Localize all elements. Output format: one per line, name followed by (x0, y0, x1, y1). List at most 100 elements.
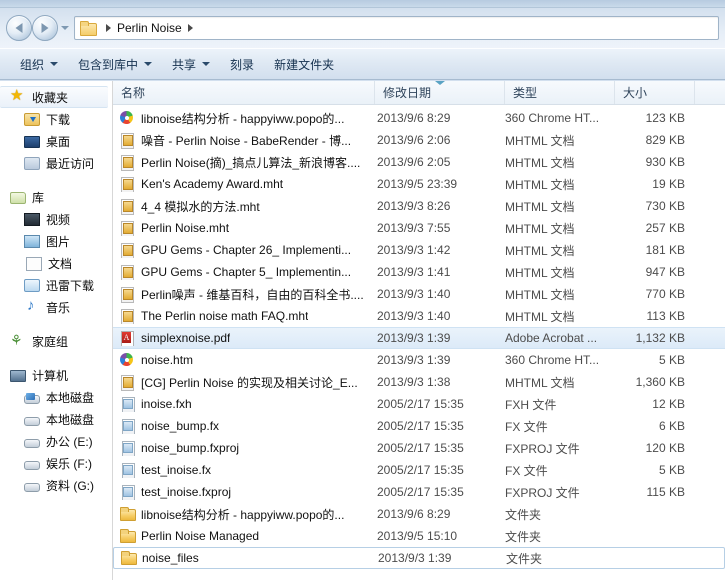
file-name-cell[interactable]: test_inoise.fx (113, 462, 375, 478)
file-row[interactable]: noise_bump.fx 2005/2/17 15:35 FX 文件 6 KB (113, 415, 725, 437)
file-name-cell[interactable]: noise_bump.fxproj (113, 440, 375, 456)
file-name-cell[interactable]: 噪音 - Perlin Noise - BabeRender - 博... (113, 132, 375, 149)
file-name-label: noise_bump.fx (141, 419, 220, 433)
sidebar-item-3-1[interactable]: 本地磁盘 (0, 408, 112, 430)
share-with-label: 共享 (172, 57, 197, 72)
breadcrumb-separator-trailing-icon[interactable] (187, 24, 193, 32)
file-date-cell: 2013/9/5 23:39 (377, 177, 458, 191)
navigation-pane[interactable]: 收藏夹下载桌面最近访问库视频图片文档迅雷下载音乐家庭组计算机本地磁盘本地磁盘办公… (0, 81, 113, 580)
downloads-icon (24, 113, 40, 126)
breadcrumb-current-folder[interactable]: Perlin Noise (117, 21, 182, 35)
sidebar-group-label: 计算机 (32, 368, 69, 383)
mhtml-icon (119, 176, 135, 192)
column-header-type[interactable]: 类型 (505, 81, 615, 104)
file-row[interactable]: [CG] Perlin Noise 的实现及相关讨论_E... 2013/9/3 … (113, 371, 725, 393)
recent-pages-dropdown[interactable] (58, 15, 72, 41)
address-bar[interactable]: Perlin Noise (74, 16, 719, 40)
file-row[interactable]: libnoise结构分析 - happyiww.popo的... 2013/9/6… (113, 503, 725, 525)
file-row[interactable]: noise.htm 2013/9/3 1:39 360 Chrome HT... 5 … (113, 349, 725, 371)
file-date-cell: 2013/9/3 1:40 (377, 287, 451, 301)
file-row[interactable]: test_inoise.fx 2005/2/17 15:35 FX 文件 5 KB (113, 459, 725, 481)
include-in-library-button[interactable]: 包含到库中 (68, 52, 162, 77)
forward-button[interactable] (32, 15, 58, 41)
file-size-cell: 115 KB (646, 485, 685, 499)
sidebar-item-0-0[interactable]: 下载 (0, 108, 112, 130)
sidebar-item-3-4[interactable]: 资料 (G:) (0, 474, 112, 496)
sidebar-item-1-1[interactable]: 图片 (0, 230, 112, 252)
file-name-cell[interactable]: libnoise结构分析 - happyiww.popo的... (113, 506, 375, 523)
file-name-cell[interactable]: inoise.fxh (113, 396, 375, 412)
file-name-cell[interactable]: test_inoise.fxproj (113, 484, 375, 500)
documents-icon (26, 256, 42, 271)
file-name-cell[interactable]: GPU Gems - Chapter 5_ Implementin... (113, 264, 375, 280)
file-name-cell[interactable]: simplexnoise.pdf (113, 330, 375, 346)
generic-file-icon (119, 462, 135, 478)
file-row[interactable]: Perlin Noise Managed 2013/9/5 15:10 文件夹 (113, 525, 725, 547)
file-name-label: Ken's Academy Award.mht (141, 177, 284, 191)
file-name-cell[interactable]: noise_files (114, 550, 376, 566)
sidebar-item-0-1[interactable]: 桌面 (0, 130, 112, 152)
file-name-cell[interactable]: noise.htm (113, 352, 375, 368)
sidebar-item-1-3[interactable]: 迅雷下载 (0, 274, 112, 296)
file-name-cell[interactable]: The Perlin noise math FAQ.mht (113, 308, 375, 324)
sidebar-group-3[interactable]: 计算机 (0, 364, 112, 386)
drive-icon (24, 460, 40, 470)
sidebar-item-3-3[interactable]: 娱乐 (F:) (0, 452, 112, 474)
column-header-date[interactable]: 修改日期 (375, 81, 505, 104)
breadcrumb-separator-icon[interactable] (106, 24, 111, 32)
organize-label: 组织 (20, 57, 45, 72)
file-name-cell[interactable]: noise_bump.fx (113, 418, 375, 434)
chrome360-html-icon (119, 352, 135, 368)
sidebar-item-1-0[interactable]: 视频 (0, 208, 112, 230)
chrome360-html-icon (119, 110, 135, 126)
sidebar-item-3-2[interactable]: 办公 (E:) (0, 430, 112, 452)
file-row[interactable]: Perlin Noise(摘)_搞点儿算法_新浪博客.... 2013/9/6 2… (113, 151, 725, 173)
sidebar-item-1-4[interactable]: 音乐 (0, 296, 112, 318)
file-name-cell[interactable]: Perlin Noise(摘)_搞点儿算法_新浪博客.... (113, 154, 375, 171)
sidebar-group-1[interactable]: 库 (0, 186, 112, 208)
file-name-label: libnoise结构分析 - happyiww.popo的... (141, 507, 345, 522)
organize-button[interactable]: 组织 (10, 52, 68, 77)
chevron-down-icon (144, 62, 153, 66)
file-name-cell[interactable]: Perlin噪声 - 维基百科，自由的百科全书.... (113, 286, 375, 303)
file-name-cell[interactable]: libnoise结构分析 - happyiww.popo的... (113, 110, 375, 127)
sidebar-item-1-2[interactable]: 文档 (0, 252, 112, 274)
file-name-cell[interactable]: [CG] Perlin Noise 的实现及相关讨论_E... (113, 374, 375, 391)
file-date-cell: 2005/2/17 15:35 (377, 463, 464, 477)
file-row[interactable]: GPU Gems - Chapter 5_ Implementin... 2013… (113, 261, 725, 283)
sidebar-item-3-0[interactable]: 本地磁盘 (0, 386, 112, 408)
burn-button[interactable]: 刻录 (220, 52, 264, 77)
file-row[interactable]: test_inoise.fxproj 2005/2/17 15:35 FXPROJ … (113, 481, 725, 503)
new-folder-button[interactable]: 新建文件夹 (264, 52, 344, 77)
sidebar-item-0-2[interactable]: 最近访问 (0, 152, 112, 174)
file-row[interactable]: Ken's Academy Award.mht 2013/9/5 23:39 MHT… (113, 173, 725, 195)
sidebar-group-0[interactable]: 收藏夹 (0, 86, 108, 108)
file-row[interactable]: 4_4 模拟水的方法.mht 2013/9/3 8:26 MHTML 文档 730 K… (113, 195, 725, 217)
file-date-cell: 2013/9/5 15:10 (377, 529, 458, 543)
file-date-cell: 2013/9/6 2:05 (377, 155, 451, 169)
file-row[interactable]: libnoise结构分析 - happyiww.popo的... 2013/9/6… (113, 107, 725, 129)
sidebar-group-2[interactable]: 家庭组 (0, 330, 112, 352)
file-row[interactable]: noise_bump.fxproj 2005/2/17 15:35 FXPROJ 文… (113, 437, 725, 459)
file-name-cell[interactable]: Perlin Noise.mht (113, 220, 375, 236)
back-button[interactable] (6, 15, 32, 41)
chevron-down-icon (61, 26, 69, 30)
file-row[interactable]: Perlin Noise.mht 2013/9/3 7:55 MHTML 文档 257… (113, 217, 725, 239)
file-name-cell[interactable]: GPU Gems - Chapter 26_ Implementi... (113, 242, 375, 258)
column-header-name[interactable]: 名称 (113, 81, 375, 104)
file-name-cell[interactable]: Perlin Noise Managed (113, 528, 375, 544)
file-name-cell[interactable]: Ken's Academy Award.mht (113, 176, 375, 192)
file-row[interactable]: The Perlin noise math FAQ.mht 2013/9/3 1:… (113, 305, 725, 327)
file-row[interactable]: inoise.fxh 2005/2/17 15:35 FXH 文件 12 KB (113, 393, 725, 415)
file-row[interactable]: GPU Gems - Chapter 26_ Implementi... 2013… (113, 239, 725, 261)
chevron-down-icon (202, 62, 211, 66)
file-row[interactable]: Perlin噪声 - 维基百科，自由的百科全书.... 2013/9/3 1:40… (113, 283, 725, 305)
file-list[interactable]: libnoise结构分析 - happyiww.popo的... 2013/9/6… (113, 105, 725, 580)
file-row[interactable]: 噪音 - Perlin Noise - BabeRender - 博... 201… (113, 129, 725, 151)
share-with-button[interactable]: 共享 (162, 52, 220, 77)
file-row[interactable]: noise_files 2013/9/3 1:39 文件夹 (113, 547, 725, 569)
file-row[interactable]: simplexnoise.pdf 2013/9/3 1:39 Adobe Acrob… (113, 327, 725, 349)
file-name-cell[interactable]: 4_4 模拟水的方法.mht (113, 198, 375, 215)
file-name-label: Perlin Noise(摘)_搞点儿算法_新浪博客.... (141, 155, 361, 170)
column-header-size[interactable]: 大小 (615, 81, 695, 104)
